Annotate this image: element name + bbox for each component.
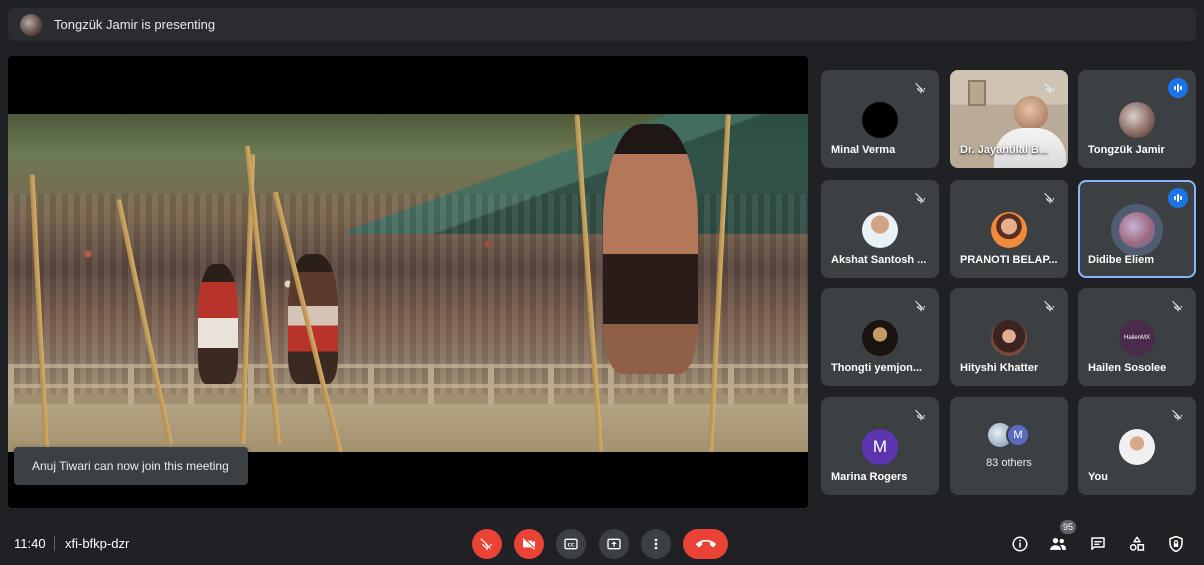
camera-off-icon [522, 538, 535, 550]
participant-avatar: M [862, 429, 898, 465]
participant-avatar [1119, 429, 1155, 465]
others-avatar-letter-text: M [1013, 429, 1023, 441]
people-icon [1050, 538, 1066, 550]
presenter-avatar [20, 13, 42, 36]
svg-text:CC: CC [568, 542, 575, 548]
avatar-letter: M [872, 437, 888, 456]
chat-icon [1091, 537, 1105, 550]
mic-off-icon [911, 405, 931, 425]
participant-name: Thongti yemjon... [831, 362, 923, 374]
presented-video-frame [8, 114, 808, 452]
toast-text: Anuj Tiwari can now join this meeting [32, 459, 229, 473]
participant-tile[interactable]: Hityshi Khatter [950, 288, 1068, 386]
speaking-indicator-icon [1168, 188, 1188, 208]
more-vert-icon [654, 538, 658, 550]
mic-off-icon [911, 188, 931, 208]
participant-tile[interactable]: M Marina Rogers [821, 397, 939, 495]
participant-avatar [991, 320, 1027, 356]
meeting-clock: 11:40 [14, 536, 46, 551]
scene-fence [8, 364, 808, 404]
present-screen-icon [607, 538, 621, 550]
participant-avatar [1119, 212, 1155, 248]
control-bar: 11:40 xfi-bfkp-dzr CC [0, 520, 1204, 565]
others-tile[interactable]: M 83 others [950, 397, 1068, 495]
participant-avatar [862, 320, 898, 356]
others-count-text: 83 others [986, 457, 1032, 469]
mic-off-icon [1168, 296, 1188, 316]
others-avatar-stack: M [988, 423, 1034, 447]
mic-off-icon [480, 538, 492, 550]
closed-captions-icon: CC [564, 538, 578, 550]
participant-tile[interactable]: HailenMX Hailen Sosolee [1078, 288, 1196, 386]
scene-ground [8, 404, 808, 452]
captions-button[interactable]: CC [556, 529, 586, 559]
performer-figure [603, 124, 698, 374]
activities-icon [1129, 536, 1145, 551]
participant-tile[interactable]: PRANOTI BELAP... [950, 180, 1068, 278]
wall-frame [968, 80, 986, 106]
participant-avatar [862, 212, 898, 248]
performer-figure [198, 264, 238, 384]
participant-avatar [862, 102, 898, 138]
participant-avatar [1119, 102, 1155, 138]
participant-name: Tongzük Jamir [1088, 144, 1165, 156]
participant-tile[interactable]: Dr. Jayantilal B... [950, 70, 1068, 168]
participant-tile-active[interactable]: Didibe Eliem [1078, 180, 1196, 278]
mic-off-icon [1040, 296, 1060, 316]
participant-name: Akshat Santosh ... [831, 254, 927, 266]
mic-off-icon [1168, 405, 1188, 425]
participant-name: Minal Verma [831, 144, 896, 156]
people-button[interactable] [1046, 532, 1070, 556]
self-tile[interactable]: You [1078, 397, 1196, 495]
others-avatar-letter: M [1006, 423, 1030, 447]
participant-name: You [1088, 471, 1108, 483]
camera-toggle-button[interactable] [514, 529, 544, 559]
presenting-banner: Tongzük Jamir is presenting [8, 8, 1196, 41]
participant-name: Hailen Sosolee [1088, 362, 1167, 374]
presentation-stage[interactable] [8, 56, 808, 508]
call-end-icon [695, 539, 716, 548]
host-controls-button[interactable] [1164, 532, 1188, 556]
participant-tile[interactable]: Tongzük Jamir [1078, 70, 1196, 168]
avatar-text: HailenMX [1123, 335, 1150, 341]
participant-tile[interactable]: Thongti yemjon... [821, 288, 939, 386]
present-now-button[interactable] [599, 529, 629, 559]
mic-off-icon [1040, 78, 1060, 98]
participant-name: PRANOTI BELAP... [960, 254, 1058, 266]
participant-name: Hityshi Khatter [960, 362, 1039, 374]
info-icon [1012, 536, 1028, 552]
meeting-details-button[interactable] [1008, 532, 1032, 556]
activities-button[interactable] [1125, 532, 1149, 556]
participant-tile[interactable]: Akshat Santosh ... [821, 180, 939, 278]
presenting-text: Tongzük Jamir is presenting [54, 17, 216, 32]
participant-avatar: HailenMX [1119, 320, 1155, 356]
meeting-code: xfi-bfkp-dzr [65, 536, 130, 551]
participant-name: Dr. Jayantilal B... [960, 144, 1049, 156]
clock-separator [54, 536, 55, 551]
mic-off-icon [1040, 188, 1060, 208]
mic-off-icon [911, 78, 931, 98]
participant-name: Marina Rogers [831, 471, 908, 483]
mic-off-icon [911, 296, 931, 316]
mic-toggle-button[interactable] [472, 529, 502, 559]
more-options-button[interactable] [641, 529, 671, 559]
participant-avatar [991, 212, 1027, 248]
chat-button[interactable] [1086, 532, 1110, 556]
participant-name: Didibe Eliem [1088, 254, 1155, 266]
leave-call-button[interactable] [683, 529, 728, 559]
participant-video-face [1014, 96, 1048, 130]
join-notification-toast: Anuj Tiwari can now join this meeting [14, 447, 248, 485]
speaking-indicator-icon [1168, 78, 1188, 98]
participant-count-badge: 95 [1060, 520, 1077, 534]
participant-tile[interactable]: Minal Verma [821, 70, 939, 168]
shield-lock-icon [1169, 535, 1183, 553]
